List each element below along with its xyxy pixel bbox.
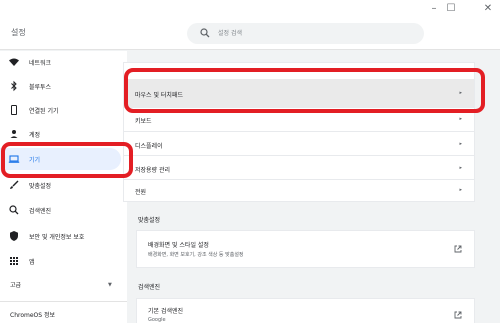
search-icon (9, 205, 19, 215)
sidebar-item-apps[interactable]: 앱 (0, 250, 121, 272)
sidebar-divider (0, 301, 127, 302)
sidebar-item-about[interactable]: ChromeOS 정보 (0, 303, 121, 323)
sidebar-item-label: 고급 (10, 282, 22, 289)
app-title: 설정 (11, 28, 26, 37)
row-title: 배경화면 및 스타일 설정 (148, 242, 209, 249)
row-title: 전원 (135, 189, 147, 196)
apps-grid-icon (10, 257, 18, 265)
sidebar-item-label: 블루투스 (29, 84, 52, 91)
sidebar-item-label: 앱 (29, 259, 35, 266)
row-display[interactable]: 디스플레이 ▸ (124, 131, 474, 155)
row-title: 기본 검색엔진 (148, 308, 184, 315)
sidebar-item-label: 연결된 기기 (29, 108, 59, 115)
brush-icon (10, 180, 19, 189)
row-mouse-touchpad[interactable]: 마우스 및 터치패드 ▸ (124, 79, 474, 107)
search-icon (200, 28, 210, 38)
row-default-search-engine[interactable]: 기본 검색엔진 Google (137, 299, 474, 323)
row-power[interactable]: 전원 ▸ (124, 179, 474, 202)
chevron-right-icon: ▸ (459, 165, 462, 171)
settings-header: 설정 (0, 18, 500, 50)
row-title: 마우스 및 터치패드 (135, 92, 183, 99)
row-subtitle: 배경화면, 화면 보호기, 강조 색상 등 맞춤설정 (148, 252, 244, 258)
sidebar-item-bluetooth[interactable]: 블루투스 (0, 75, 121, 97)
chevron-right-icon: ▸ (459, 116, 462, 122)
shield-icon (10, 231, 18, 241)
row-keyboard[interactable]: 키보드 ▸ (124, 107, 474, 131)
bluetooth-icon (11, 80, 17, 92)
sidebar-item-label: 맞춤설정 (29, 183, 52, 190)
laptop-icon (8, 155, 20, 163)
sidebar-item-personalization[interactable]: 맞춤설정 (0, 174, 121, 196)
sidebar: 네트워크 블루투스 연결된 기기 계정 기기 맞춤설정 검색엔진 보안 및 개인… (0, 51, 127, 323)
search-box[interactable] (187, 23, 424, 44)
row-wallpaper-style[interactable]: 배경화면 및 스타일 설정 배경화면, 화면 보호기, 강조 색상 등 맞춤설정 (137, 231, 474, 267)
sidebar-item-advanced[interactable]: 고급 ▼ (0, 273, 121, 295)
row-title: 저장용량 관리 (135, 167, 171, 174)
open-external-icon (454, 311, 462, 319)
row-storage[interactable]: 저장용량 관리 ▸ (124, 155, 474, 179)
chevron-right-icon: ▸ (459, 187, 462, 193)
open-external-icon (454, 245, 462, 253)
row-title: 키보드 (135, 118, 152, 125)
person-icon (10, 130, 18, 138)
close-icon[interactable]: ✕ (482, 3, 494, 15)
sidebar-item-label: 보안 및 개인정보 보호 (29, 234, 85, 241)
search-engine-card: 기본 검색엔진 Google (136, 298, 475, 323)
search-input[interactable] (218, 26, 408, 41)
sidebar-item-label: 검색엔진 (29, 208, 52, 215)
sidebar-item-security-privacy[interactable]: 보안 및 개인정보 보호 (0, 225, 121, 247)
chevron-down-icon: ▼ (108, 282, 112, 288)
personalization-card: 배경화면 및 스타일 설정 배경화면, 화면 보호기, 강조 색상 등 맞춤설정 (136, 230, 475, 268)
sidebar-item-device[interactable]: 기기 (0, 148, 121, 170)
row-title: 디스플레이 (135, 143, 163, 150)
phone-icon (11, 105, 17, 115)
chevron-right-icon: ▸ (459, 141, 462, 147)
sidebar-item-label: 계정 (29, 132, 41, 139)
section-heading-personalization: 맞춤설정 (138, 217, 161, 224)
window-titlebar: – ☐ ✕ (0, 0, 500, 18)
sidebar-item-label: ChromeOS 정보 (10, 312, 56, 319)
minimize-icon[interactable]: – (428, 3, 440, 15)
sidebar-item-label: 네트워크 (29, 60, 52, 67)
row-subtitle: Google (148, 317, 166, 323)
section-heading-search-engine: 검색엔진 (138, 284, 161, 291)
sidebar-item-connected-devices[interactable]: 연결된 기기 (0, 99, 121, 121)
chevron-right-icon: ▸ (459, 90, 462, 96)
device-settings-card: 마우스 및 터치패드 ▸ 키보드 ▸ 디스플레이 ▸ 저장용량 관리 ▸ 전원 … (123, 62, 475, 202)
sidebar-item-network[interactable]: 네트워크 (0, 51, 121, 73)
sidebar-item-accounts[interactable]: 계정 (0, 123, 121, 145)
sidebar-item-label: 기기 (29, 157, 41, 164)
maximize-icon[interactable]: ☐ (445, 3, 457, 15)
wifi-icon (9, 58, 19, 66)
sidebar-item-search-engine[interactable]: 검색엔진 (0, 199, 121, 221)
